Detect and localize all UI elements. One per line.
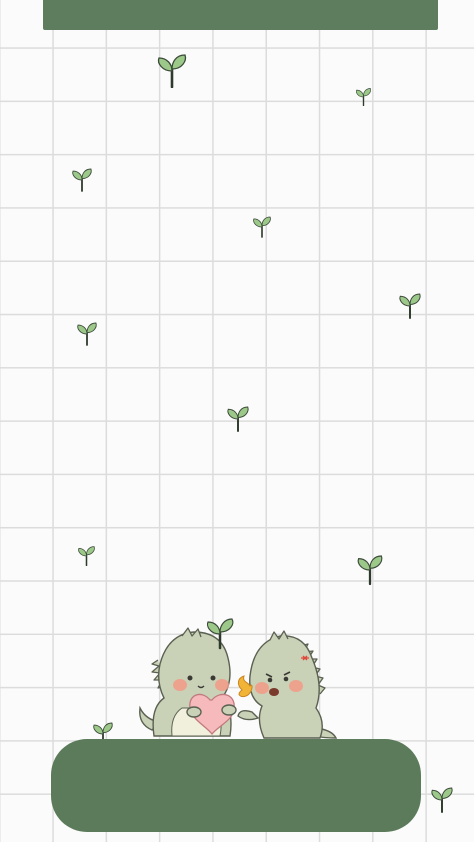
sprout-icon (78, 546, 95, 566)
dinosaur-holding-heart-icon (139, 627, 237, 737)
sprout-icon (72, 168, 92, 192)
sprout-icon (399, 293, 421, 319)
sprout-icon (357, 555, 383, 585)
sprout-icon (431, 787, 453, 813)
sprout-icon (356, 88, 371, 106)
sprout-icon (77, 322, 97, 346)
top-banner (43, 0, 438, 30)
bottom-panel (51, 739, 421, 832)
dinosaur-couple-illustration (139, 618, 338, 739)
sprout-icon (227, 406, 249, 432)
sprout-icon (157, 54, 187, 88)
sprout-icon (253, 216, 271, 238)
angry-dinosaur-breathing-fire-icon (237, 630, 338, 739)
